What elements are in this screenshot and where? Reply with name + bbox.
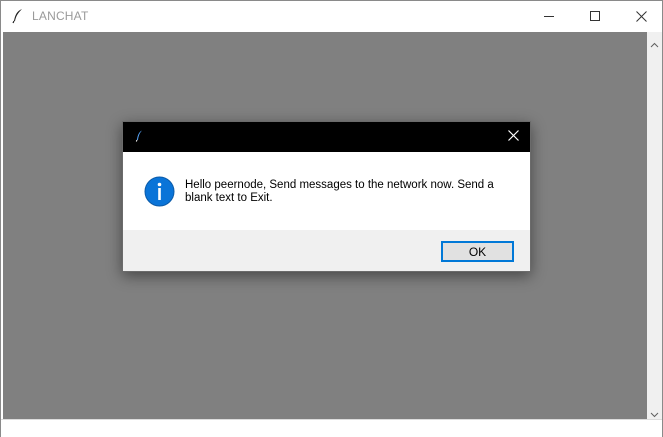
dialog-body: Hello peernode, Send messages to the net… bbox=[123, 152, 530, 230]
feather-icon bbox=[11, 8, 25, 24]
close-icon bbox=[635, 10, 647, 22]
bottom-strip bbox=[1, 419, 662, 437]
scroll-up-icon[interactable] bbox=[650, 37, 659, 48]
dialog-footer: OK bbox=[123, 230, 530, 271]
maximize-icon bbox=[590, 11, 600, 21]
window-title: LANCHAT bbox=[32, 9, 89, 23]
dialog-close-button[interactable] bbox=[496, 122, 530, 152]
vertical-scrollbar[interactable] bbox=[647, 32, 662, 419]
scroll-down-icon[interactable] bbox=[650, 406, 659, 418]
minimize-button[interactable] bbox=[526, 1, 572, 31]
info-icon bbox=[144, 176, 175, 207]
feather-icon bbox=[135, 129, 143, 147]
info-dialog: Hello peernode, Send messages to the net… bbox=[122, 121, 531, 272]
close-icon bbox=[507, 128, 519, 146]
minimize-icon bbox=[544, 11, 554, 21]
close-button[interactable] bbox=[618, 1, 663, 31]
ok-button[interactable]: OK bbox=[441, 241, 514, 262]
maximize-button[interactable] bbox=[572, 1, 618, 31]
dialog-message: Hello peernode, Send messages to the net… bbox=[185, 179, 494, 204]
dialog-title-bar[interactable] bbox=[123, 122, 530, 152]
title-bar[interactable]: LANCHAT bbox=[1, 1, 662, 31]
